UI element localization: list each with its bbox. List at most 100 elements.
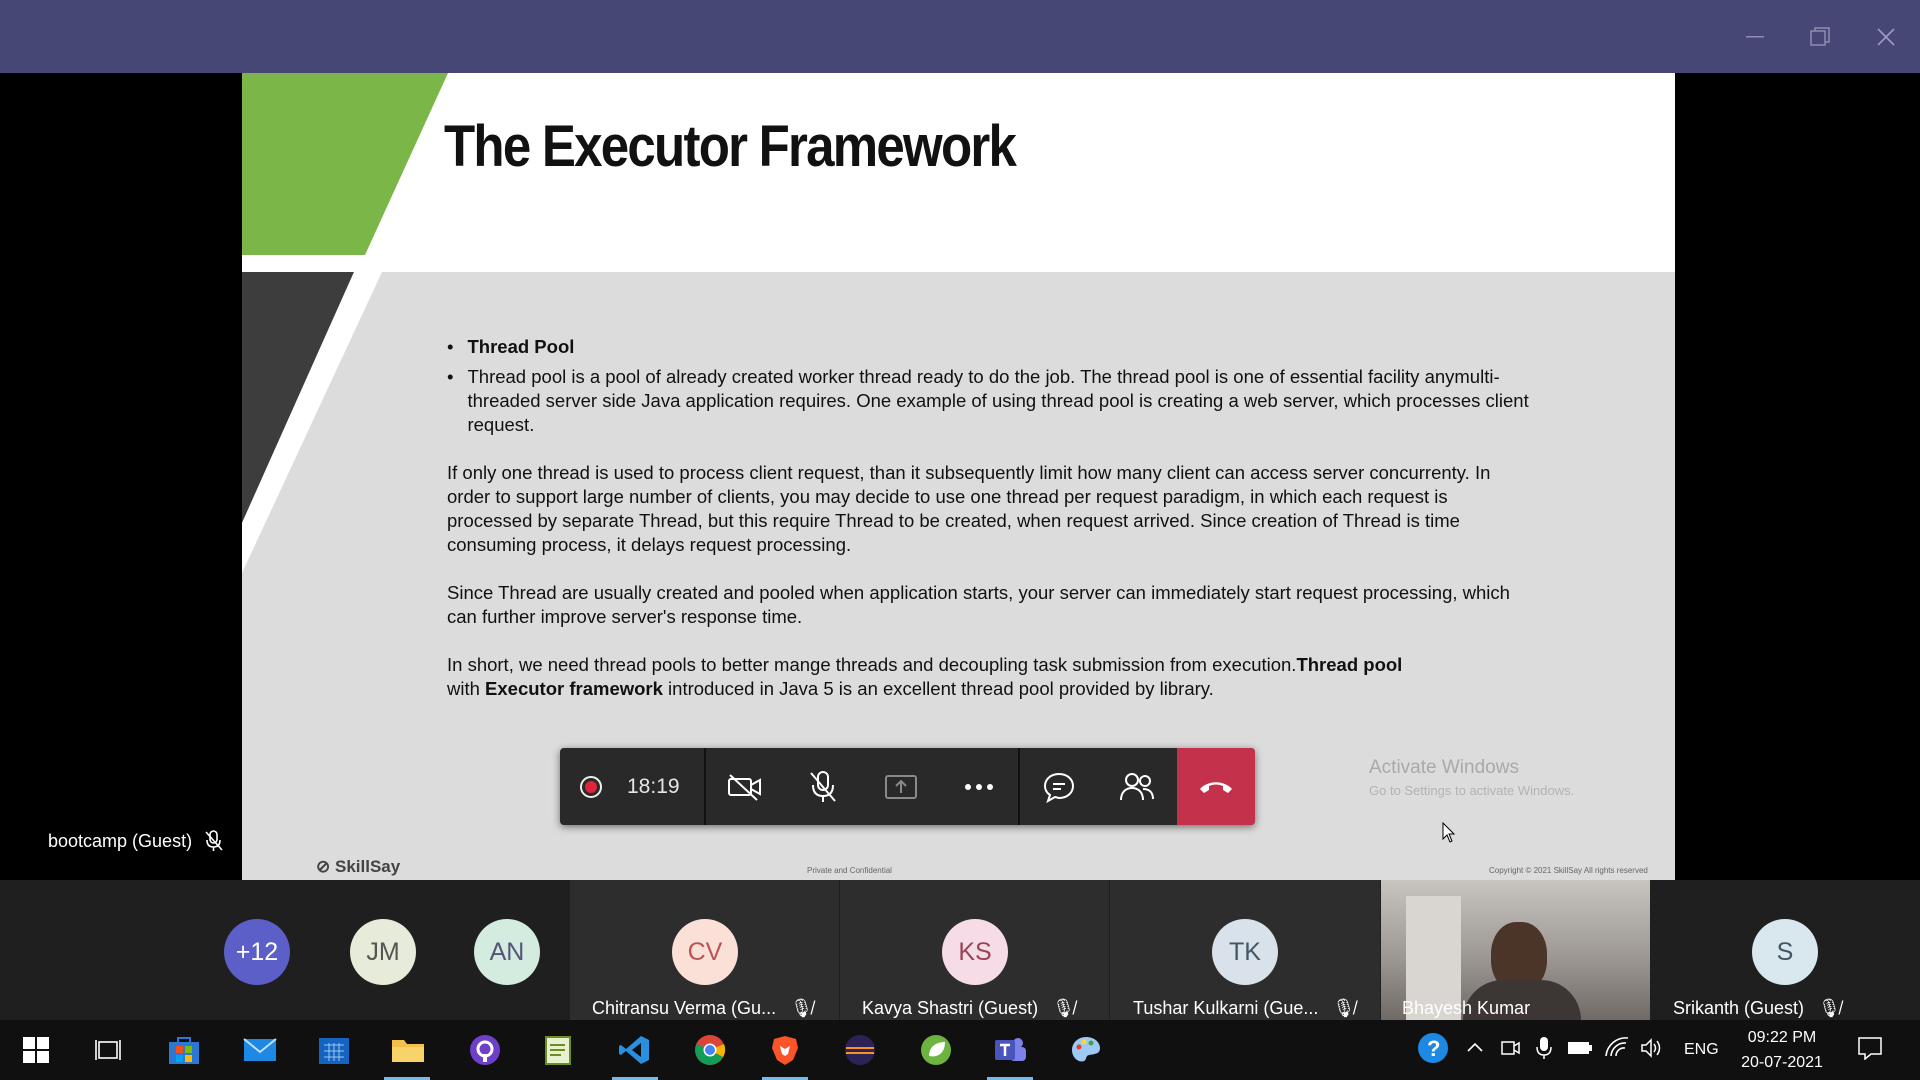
brave-icon [772,1036,798,1065]
clock-time: 09:22 PM [1747,1029,1817,1046]
task-view-button[interactable] [88,1030,128,1070]
avatar: TK [1212,919,1278,985]
spring-icon [921,1035,951,1065]
participants-button[interactable] [1098,748,1176,825]
close-button[interactable] [1866,18,1906,56]
participant-name: Tushar Kulkarni (Gue... 🎙︎̸ [1133,998,1356,1018]
avatar[interactable]: JM [350,919,416,985]
mic-off-icon [810,770,836,802]
task-view-icon [95,1040,121,1060]
mic-off-icon [205,830,223,851]
recording-indicator[interactable]: 18:19 [560,748,706,825]
language-indicator[interactable]: ENG [1684,1041,1719,1059]
notepad-icon [545,1036,571,1065]
show-hidden-icons-button[interactable] [1466,1040,1484,1058]
taskbar-calendar[interactable] [314,1030,354,1070]
paragraph-2: Since Thread are usually created and poo… [447,582,1510,627]
recording-icon [580,775,602,798]
slide-footer-confidential: Private and Confidential [807,866,892,875]
calendar-icon [319,1038,349,1064]
hang-up-icon [1200,781,1232,793]
taskbar-brave[interactable] [765,1030,805,1070]
bullet-thread-pool: • Thread Pool [447,336,575,357]
taskbar-github[interactable] [465,1030,505,1070]
paint-icon [1072,1037,1100,1062]
minimize-button[interactable] [1735,18,1775,56]
mic-off-icon: 🎙︎̸ [1818,998,1841,1018]
share-screen-button[interactable] [862,748,940,825]
participant-name: Bhayesh Kumar [1402,998,1531,1018]
self-participant-name: bootcamp (Guest) [48,830,193,851]
volume-icon[interactable] [1640,1038,1664,1063]
activate-windows-watermark: Activate Windows [1369,757,1519,778]
paragraph-3: In short, we need thread pools to better… [447,654,1403,699]
start-button[interactable] [16,1030,56,1070]
mail-icon [243,1038,277,1061]
windows-logo-icon [23,1037,49,1063]
microphone-icon[interactable] [1536,1036,1552,1065]
avatar[interactable]: AN [474,919,540,985]
taskbar-chrome[interactable] [690,1030,730,1070]
slide-body: • Thread Pool • Thread pool is a pool of a… [447,335,1537,725]
chrome-icon [695,1035,726,1065]
taskbar-store[interactable] [164,1030,204,1070]
taskbar-file-explorer[interactable] [388,1030,428,1070]
close-icon [1877,28,1895,46]
bullet-description: • Thread pool is a pool of already create… [447,365,1537,437]
store-icon [169,1037,199,1064]
mic-off-icon: 🎙︎̸ [1052,998,1075,1018]
skillsay-logo: ⊘ SkillSay [316,857,401,876]
participant-name: Kavya Shastri (Guest) 🎙︎̸ [862,998,1075,1018]
window-title-bar [0,0,1920,73]
wifi-icon[interactable] [1604,1036,1630,1063]
share-tray-icon [885,774,917,799]
camera-off-button[interactable] [706,748,784,825]
meet-now-icon[interactable] [1500,1038,1520,1063]
restore-icon [1810,27,1830,46]
more-actions-button[interactable] [940,748,1018,825]
bullet-text: Thread pool is a pool of already created… [467,366,1529,435]
notification-icon [1858,1037,1882,1061]
folder-icon [392,1040,424,1062]
taskbar-eclipse[interactable] [840,1030,880,1070]
chat-button[interactable] [1020,748,1098,825]
minimize-icon [1746,36,1764,38]
chevron-up-icon [1467,1042,1483,1052]
taskbar-teams[interactable] [990,1030,1030,1070]
logo-icon: ⊘ [316,857,331,876]
self-participant-label: bootcamp (Guest) [48,830,224,852]
recording-timer: 18:19 [627,774,680,798]
eclipse-icon [845,1035,875,1065]
mic-off-icon: 🎙︎̸ [1332,998,1356,1018]
taskbar-mail[interactable] [240,1030,280,1070]
meeting-controls-bar: 18:19 [560,748,1255,825]
participant-name: Srikanth (Guest) 🎙︎̸ [1673,998,1841,1018]
avatar[interactable]: S [1752,919,1818,985]
slide-footer-copyright: Copyright © 2021 SkillSay All rights res… [1489,866,1648,875]
chat-icon [1043,772,1075,803]
mouse-cursor-icon [1442,822,1456,843]
action-center-button[interactable] [1857,1036,1883,1065]
leave-call-button[interactable] [1177,748,1255,825]
avatar: CV [672,919,738,985]
paragraph-1: If only one thread is used to process cl… [447,462,1491,555]
mic-off-icon: 🎙︎̸ [790,998,813,1018]
teams-icon [995,1038,1026,1061]
github-icon [470,1035,500,1065]
svg-text:?: ? [1427,1036,1440,1061]
battery-icon[interactable] [1567,1040,1593,1061]
taskbar-paint[interactable] [1066,1030,1106,1070]
taskbar-spring-tools[interactable] [916,1030,956,1070]
taskbar-clock[interactable]: 09:22 PM 20-07-2021 [1738,1025,1826,1075]
help-icon[interactable]: ? [1416,1031,1450,1070]
restore-button[interactable] [1800,18,1840,56]
more-participants-button[interactable]: +12 [224,919,290,985]
camera-off-icon [728,773,761,801]
activate-windows-subtext: Go to Settings to activate Windows. [1369,783,1575,798]
more-icon [965,783,993,790]
vscode-icon [619,1036,649,1064]
taskbar-vscode[interactable] [614,1030,654,1070]
slide-title: The Executor Framework [444,114,1017,179]
taskbar-notepadplusplus[interactable] [538,1030,578,1070]
mute-button[interactable] [784,748,862,825]
